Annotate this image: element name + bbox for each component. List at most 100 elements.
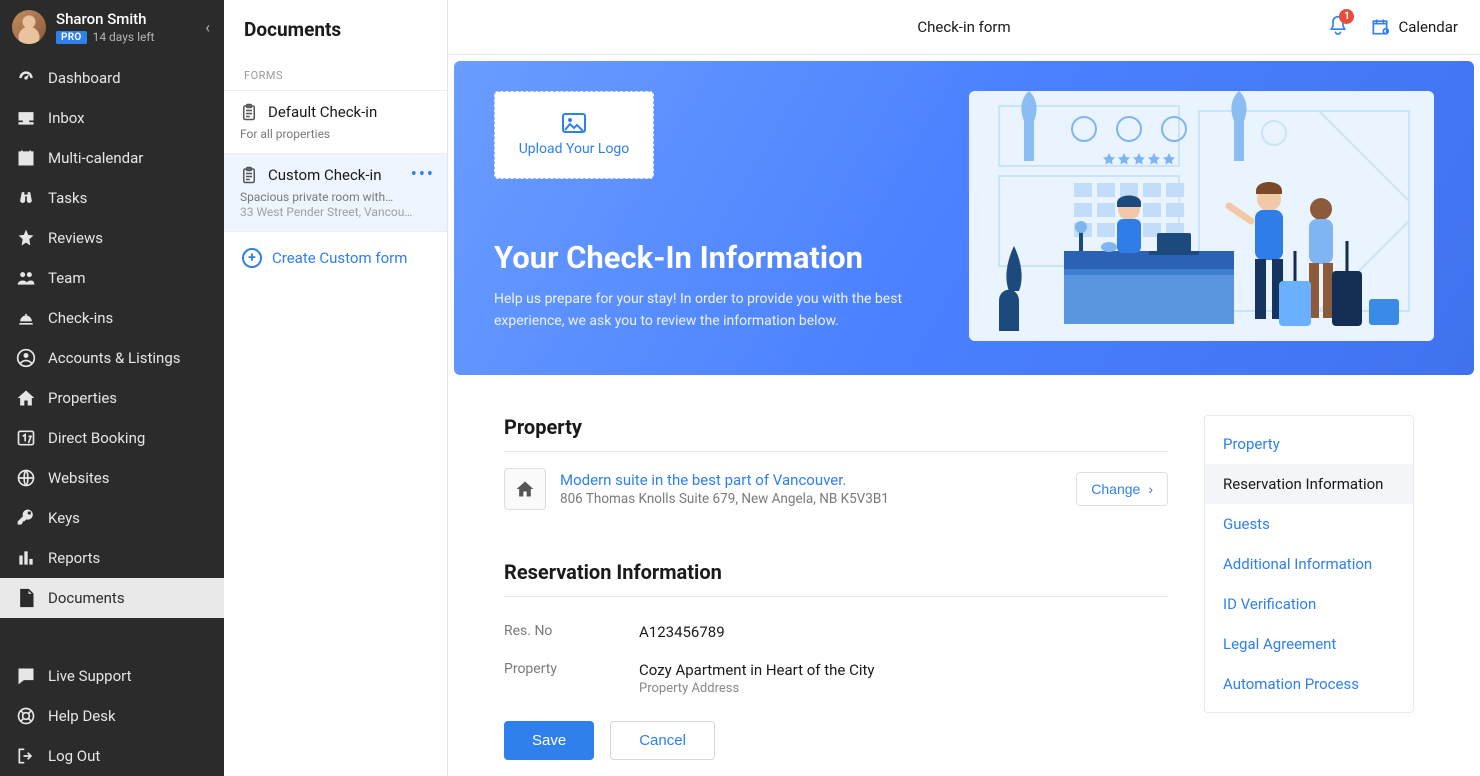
kv-value: A123456789 <box>639 623 725 641</box>
sidebar-item-label: Documents <box>48 589 125 607</box>
sidebar-item-websites[interactable]: Websites <box>0 458 224 498</box>
form-item[interactable]: Custom Check-in Spacious private room wit… <box>224 153 447 232</box>
sidebar-item-label: Inbox <box>48 109 85 127</box>
sidebar-item-label: Reports <box>48 549 100 567</box>
section-property-title: Property <box>504 415 1168 452</box>
notifications-button[interactable]: 1 <box>1328 15 1348 39</box>
main-area: Check-in form 1 Calendar Upload Your Log… <box>448 0 1480 776</box>
rail-item-automation-process[interactable]: Automation Process <box>1205 664 1413 704</box>
profile-name: Sharon Smith <box>56 10 154 28</box>
kv-label: Res. No <box>504 623 639 641</box>
panel-title: Documents <box>224 0 447 57</box>
sidebar-item-properties[interactable]: Properties <box>0 378 224 418</box>
sidebar-item-label: Properties <box>48 389 117 407</box>
hero-title: Your Check-In Information <box>494 241 949 275</box>
calendar-label: Calendar <box>1398 18 1458 36</box>
cancel-button[interactable]: Cancel <box>610 721 715 760</box>
file-icon <box>16 588 36 608</box>
content-scroll[interactable]: Upload Your Logo Your Check-In Informati… <box>448 55 1480 776</box>
upload-logo-button[interactable]: Upload Your Logo <box>494 91 654 179</box>
sidebar-item-label: Accounts & Listings <box>48 349 181 367</box>
sidebar-item-label: Check-ins <box>48 309 113 327</box>
sidebar-item-reviews[interactable]: Reviews <box>0 218 224 258</box>
kv-row: PropertyCozy Apartment in Heart of the C… <box>504 651 1168 706</box>
home-icon <box>515 479 535 499</box>
sidebar-footer-log-out[interactable]: Log Out <box>0 736 224 776</box>
rail-item-property[interactable]: Property <box>1205 424 1413 464</box>
sidebar-item-documents[interactable]: Documents <box>0 578 224 618</box>
create-custom-form-label: Create Custom form <box>272 249 407 267</box>
create-custom-form-button[interactable]: + Create Custom form <box>224 232 447 284</box>
user-circle-icon <box>16 348 36 368</box>
sidebar-item-reports[interactable]: Reports <box>0 538 224 578</box>
pro-days-left: 14 days left <box>93 30 155 44</box>
kv-label: Property <box>504 661 639 696</box>
calendar-button[interactable]: Calendar <box>1370 17 1458 37</box>
calendar-icon <box>16 148 36 168</box>
kv-row: Res. NoA123456789 <box>504 613 1168 651</box>
sidebar-item-label: Multi-calendar <box>48 149 143 167</box>
section-nav-rail: PropertyReservation InformationGuestsAdd… <box>1204 415 1414 713</box>
avatar <box>12 10 46 44</box>
sidebar-item-label: Websites <box>48 469 109 487</box>
sidebar-item-check-ins[interactable]: Check-ins <box>0 298 224 338</box>
rail-item-legal-agreement[interactable]: Legal Agreement <box>1205 624 1413 664</box>
sidebar-item-accounts-listings[interactable]: Accounts & Listings <box>0 338 224 378</box>
chat-icon <box>16 666 36 686</box>
sidebar-item-label: Help Desk <box>48 707 116 725</box>
sidebar-item-inbox[interactable]: Inbox <box>0 98 224 138</box>
tray-icon <box>16 108 36 128</box>
rail-item-guests[interactable]: Guests <box>1205 504 1413 544</box>
clipboard-icon <box>240 103 258 121</box>
hero-illustration <box>969 91 1434 345</box>
kv-sub: Property Address <box>639 681 875 696</box>
topbar: Check-in form 1 Calendar <box>448 0 1480 55</box>
lifebuoy-icon <box>16 706 36 726</box>
sidebar-item-label: Tasks <box>48 189 87 207</box>
sidebar-item-label: Team <box>48 269 86 287</box>
documents-panel: Documents FORMS Default Check-inFor all … <box>224 0 448 776</box>
more-icon[interactable]: ••• <box>411 166 435 184</box>
booking-icon <box>16 428 36 448</box>
sidebar-item-tasks[interactable]: Tasks <box>0 178 224 218</box>
form-actions: Save Cancel <box>504 721 715 760</box>
rail-item-reservation-information[interactable]: Reservation Information <box>1205 464 1413 504</box>
globe-icon <box>16 468 36 488</box>
sidebar-item-label: Reviews <box>48 229 103 247</box>
form-sub: Spacious private room with… <box>240 190 427 204</box>
sidebar-item-direct-booking[interactable]: Direct Booking <box>0 418 224 458</box>
rail-item-additional-information[interactable]: Additional Information <box>1205 544 1413 584</box>
sidebar-footer-live-support[interactable]: Live Support <box>0 656 224 696</box>
sidebar-item-label: Dashboard <box>48 69 121 87</box>
rail-item-id-verification[interactable]: ID Verification <box>1205 584 1413 624</box>
sidebar-item-multi-calendar[interactable]: Multi-calendar <box>0 138 224 178</box>
key-icon <box>16 508 36 528</box>
form-name: Custom Check-in <box>268 166 381 184</box>
sidebar-item-label: Direct Booking <box>48 429 145 447</box>
section-reservation-title: Reservation Information <box>504 560 1168 597</box>
sidebar-item-keys[interactable]: Keys <box>0 498 224 538</box>
chevron-left-icon[interactable]: ‹ <box>205 18 210 37</box>
sidebar-item-dashboard[interactable]: Dashboard <box>0 58 224 98</box>
profile-block[interactable]: Sharon Smith PRO 14 days left ‹ <box>0 0 224 54</box>
hero-subtitle: Help us prepare for your stay! In order … <box>494 289 914 332</box>
binoculars-icon <box>16 188 36 208</box>
panel-section-label: FORMS <box>224 57 447 90</box>
calendar-search-icon <box>1370 17 1390 37</box>
form-name: Default Check-in <box>268 103 377 121</box>
notification-count-badge: 1 <box>1339 9 1354 24</box>
form-sub2: 33 West Pender Street, Vancou… <box>240 205 427 219</box>
people-icon <box>16 268 36 288</box>
sidebar-item-label: Keys <box>48 509 80 527</box>
sidebar-item-team[interactable]: Team <box>0 258 224 298</box>
sidebar-item-label: Live Support <box>48 667 132 685</box>
save-button[interactable]: Save <box>504 721 594 760</box>
gauge-icon <box>16 68 36 88</box>
property-thumb <box>504 468 546 510</box>
form-item[interactable]: Default Check-inFor all properties <box>224 90 447 153</box>
property-name-link[interactable]: Modern suite in the best part of Vancouv… <box>560 471 1062 489</box>
chevron-right-icon: › <box>1148 481 1153 497</box>
change-property-button[interactable]: Change › <box>1076 472 1168 506</box>
sidebar-footer-help-desk[interactable]: Help Desk <box>0 696 224 736</box>
bell-service-icon <box>16 308 36 328</box>
